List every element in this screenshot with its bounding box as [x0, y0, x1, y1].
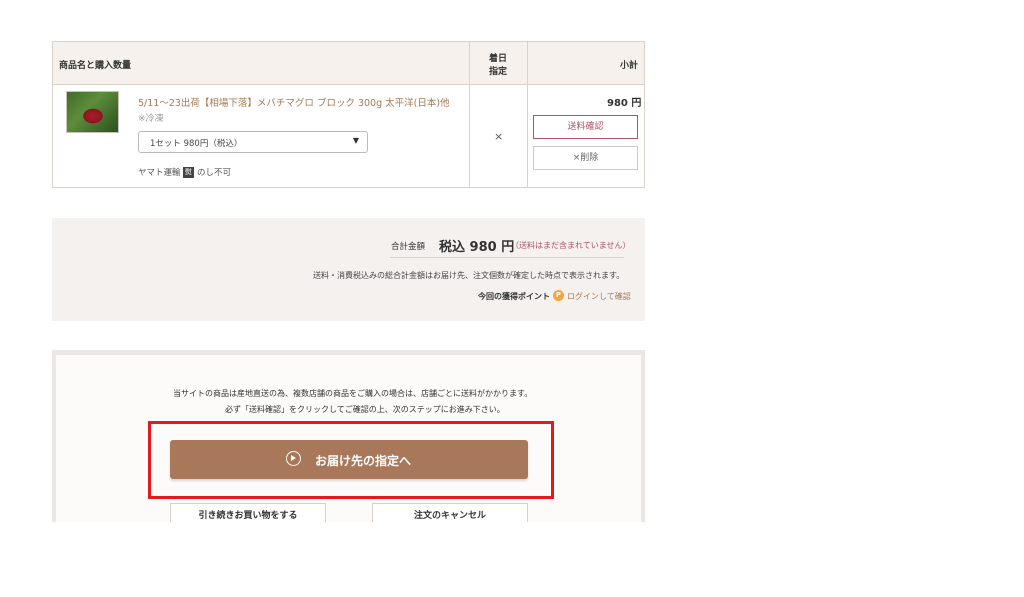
header-date-line1: 着日: [489, 54, 508, 64]
noshi-status: のし不可: [197, 168, 232, 178]
cart-table: 商品名と購入数量 着日 指定 小計 5/11～23出荷【相場下落】メバチマグロ …: [52, 41, 645, 188]
shipping-info-line1: 当サイトの商品は産地直送の為、複数店舗の商品をご購入の場合は、店舗ごとに送料がか…: [173, 389, 533, 398]
column-divider: [469, 42, 470, 187]
proceed-to-delivery-button[interactable]: お届け先の指定へ: [170, 440, 528, 479]
quantity-select[interactable]: 1セット 980円（税込） ▼: [138, 131, 368, 153]
cancel-order-button[interactable]: 注文のキャンセル: [372, 503, 528, 522]
points-login-link[interactable]: ログインして確認: [567, 291, 631, 302]
noshi-icon: 熨: [183, 167, 194, 178]
play-circle-icon: [286, 451, 301, 466]
header-date-line2: 指定: [489, 67, 508, 77]
continue-shopping-button[interactable]: 引き続きお買い物をする: [170, 503, 326, 522]
total-note: （送料はまだ含まれていません）: [511, 241, 631, 250]
shipping-info-line2: 必ず「送料確認」をクリックしてご確認の上、次のステップにお進み下さい。: [225, 405, 505, 414]
totals-section: 合計金額 税込 980 円 （送料はまだ含まれていません） 送料・消費税込みの総…: [52, 218, 645, 321]
delete-item-button[interactable]: ×削除: [533, 146, 638, 170]
product-name[interactable]: 5/11～23出荷【相場下落】メバチマグロ ブロック 300g 太平洋(日本)他: [138, 95, 450, 109]
quantity-select-value: 1セット 980円（税込）: [150, 139, 243, 149]
column-divider: [527, 42, 528, 187]
total-label: 合計金額: [391, 242, 426, 252]
item-price: 980 円: [607, 98, 642, 109]
product-image[interactable]: [66, 91, 119, 133]
cart-table-header: [53, 42, 644, 85]
product-storage: ※冷凍: [138, 114, 164, 124]
total-underline: [390, 257, 624, 258]
total-amount: 税込 980 円: [439, 240, 515, 255]
shipping-check-button[interactable]: 送料確認: [533, 115, 638, 139]
delivery-date-unavailable: ×: [494, 130, 504, 143]
chevron-down-icon: ▼: [352, 136, 359, 145]
shipping-carrier: ヤマト運輸: [138, 168, 181, 178]
total-description: 送料・消費税込みの総合計金額はお届け先、注文個数が確定した時点で表示されます。: [313, 271, 625, 280]
proceed-button-label: お届け先の指定へ: [315, 454, 412, 468]
points-icon: P: [553, 290, 564, 301]
header-subtotal: 小計: [620, 61, 639, 71]
points-label: 今回の獲得ポイント: [478, 292, 550, 301]
header-product: 商品名と購入数量: [59, 61, 132, 71]
secondary-buttons-row: 引き続きお買い物をする 注文のキャンセル: [52, 503, 645, 522]
